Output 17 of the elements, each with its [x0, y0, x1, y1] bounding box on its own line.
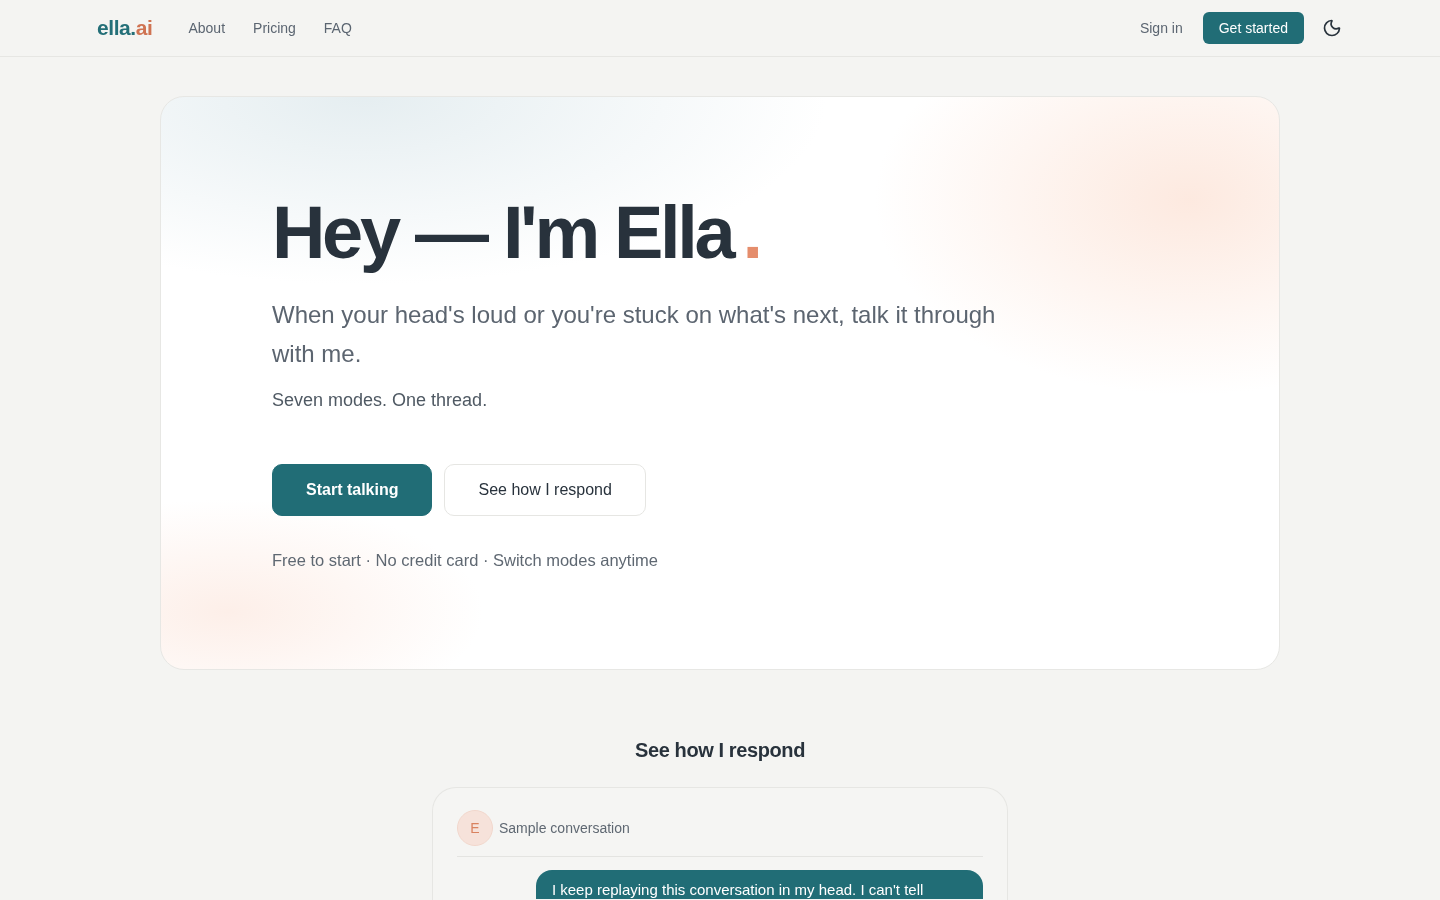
sign-in-link[interactable]: Sign in	[1139, 20, 1183, 36]
see-how-i-respond-button[interactable]: See how I respond	[444, 464, 646, 516]
moon-icon[interactable]	[1322, 18, 1342, 38]
hero-subtitle: When your head's loud or you're stuck on what's next, talk it through with me.	[272, 300, 997, 369]
avatar: E	[457, 810, 493, 846]
message-bubble: I keep replaying this conversation in my head. I can't tell	[535, 870, 983, 899]
get-started-button[interactable]: Get started	[1202, 12, 1304, 44]
chat-title: Sample conversation	[499, 820, 630, 836]
nav-link[interactable]: Pricing	[253, 20, 296, 36]
hero-tagline: Seven modes. One thread.	[272, 389, 488, 412]
hero-heading: Hey — I'm Ella.	[272, 191, 760, 275]
nav-link[interactable]: About	[188, 20, 226, 36]
section-heading: See how I respond	[635, 738, 805, 763]
logo[interactable]: ella.ai	[97, 16, 153, 40]
hero-note: Free to start · No credit card · Switch modes anytime	[272, 550, 659, 571]
nav-link[interactable]: FAQ	[323, 20, 352, 36]
start-talking-button[interactable]: Start talking	[272, 464, 433, 516]
